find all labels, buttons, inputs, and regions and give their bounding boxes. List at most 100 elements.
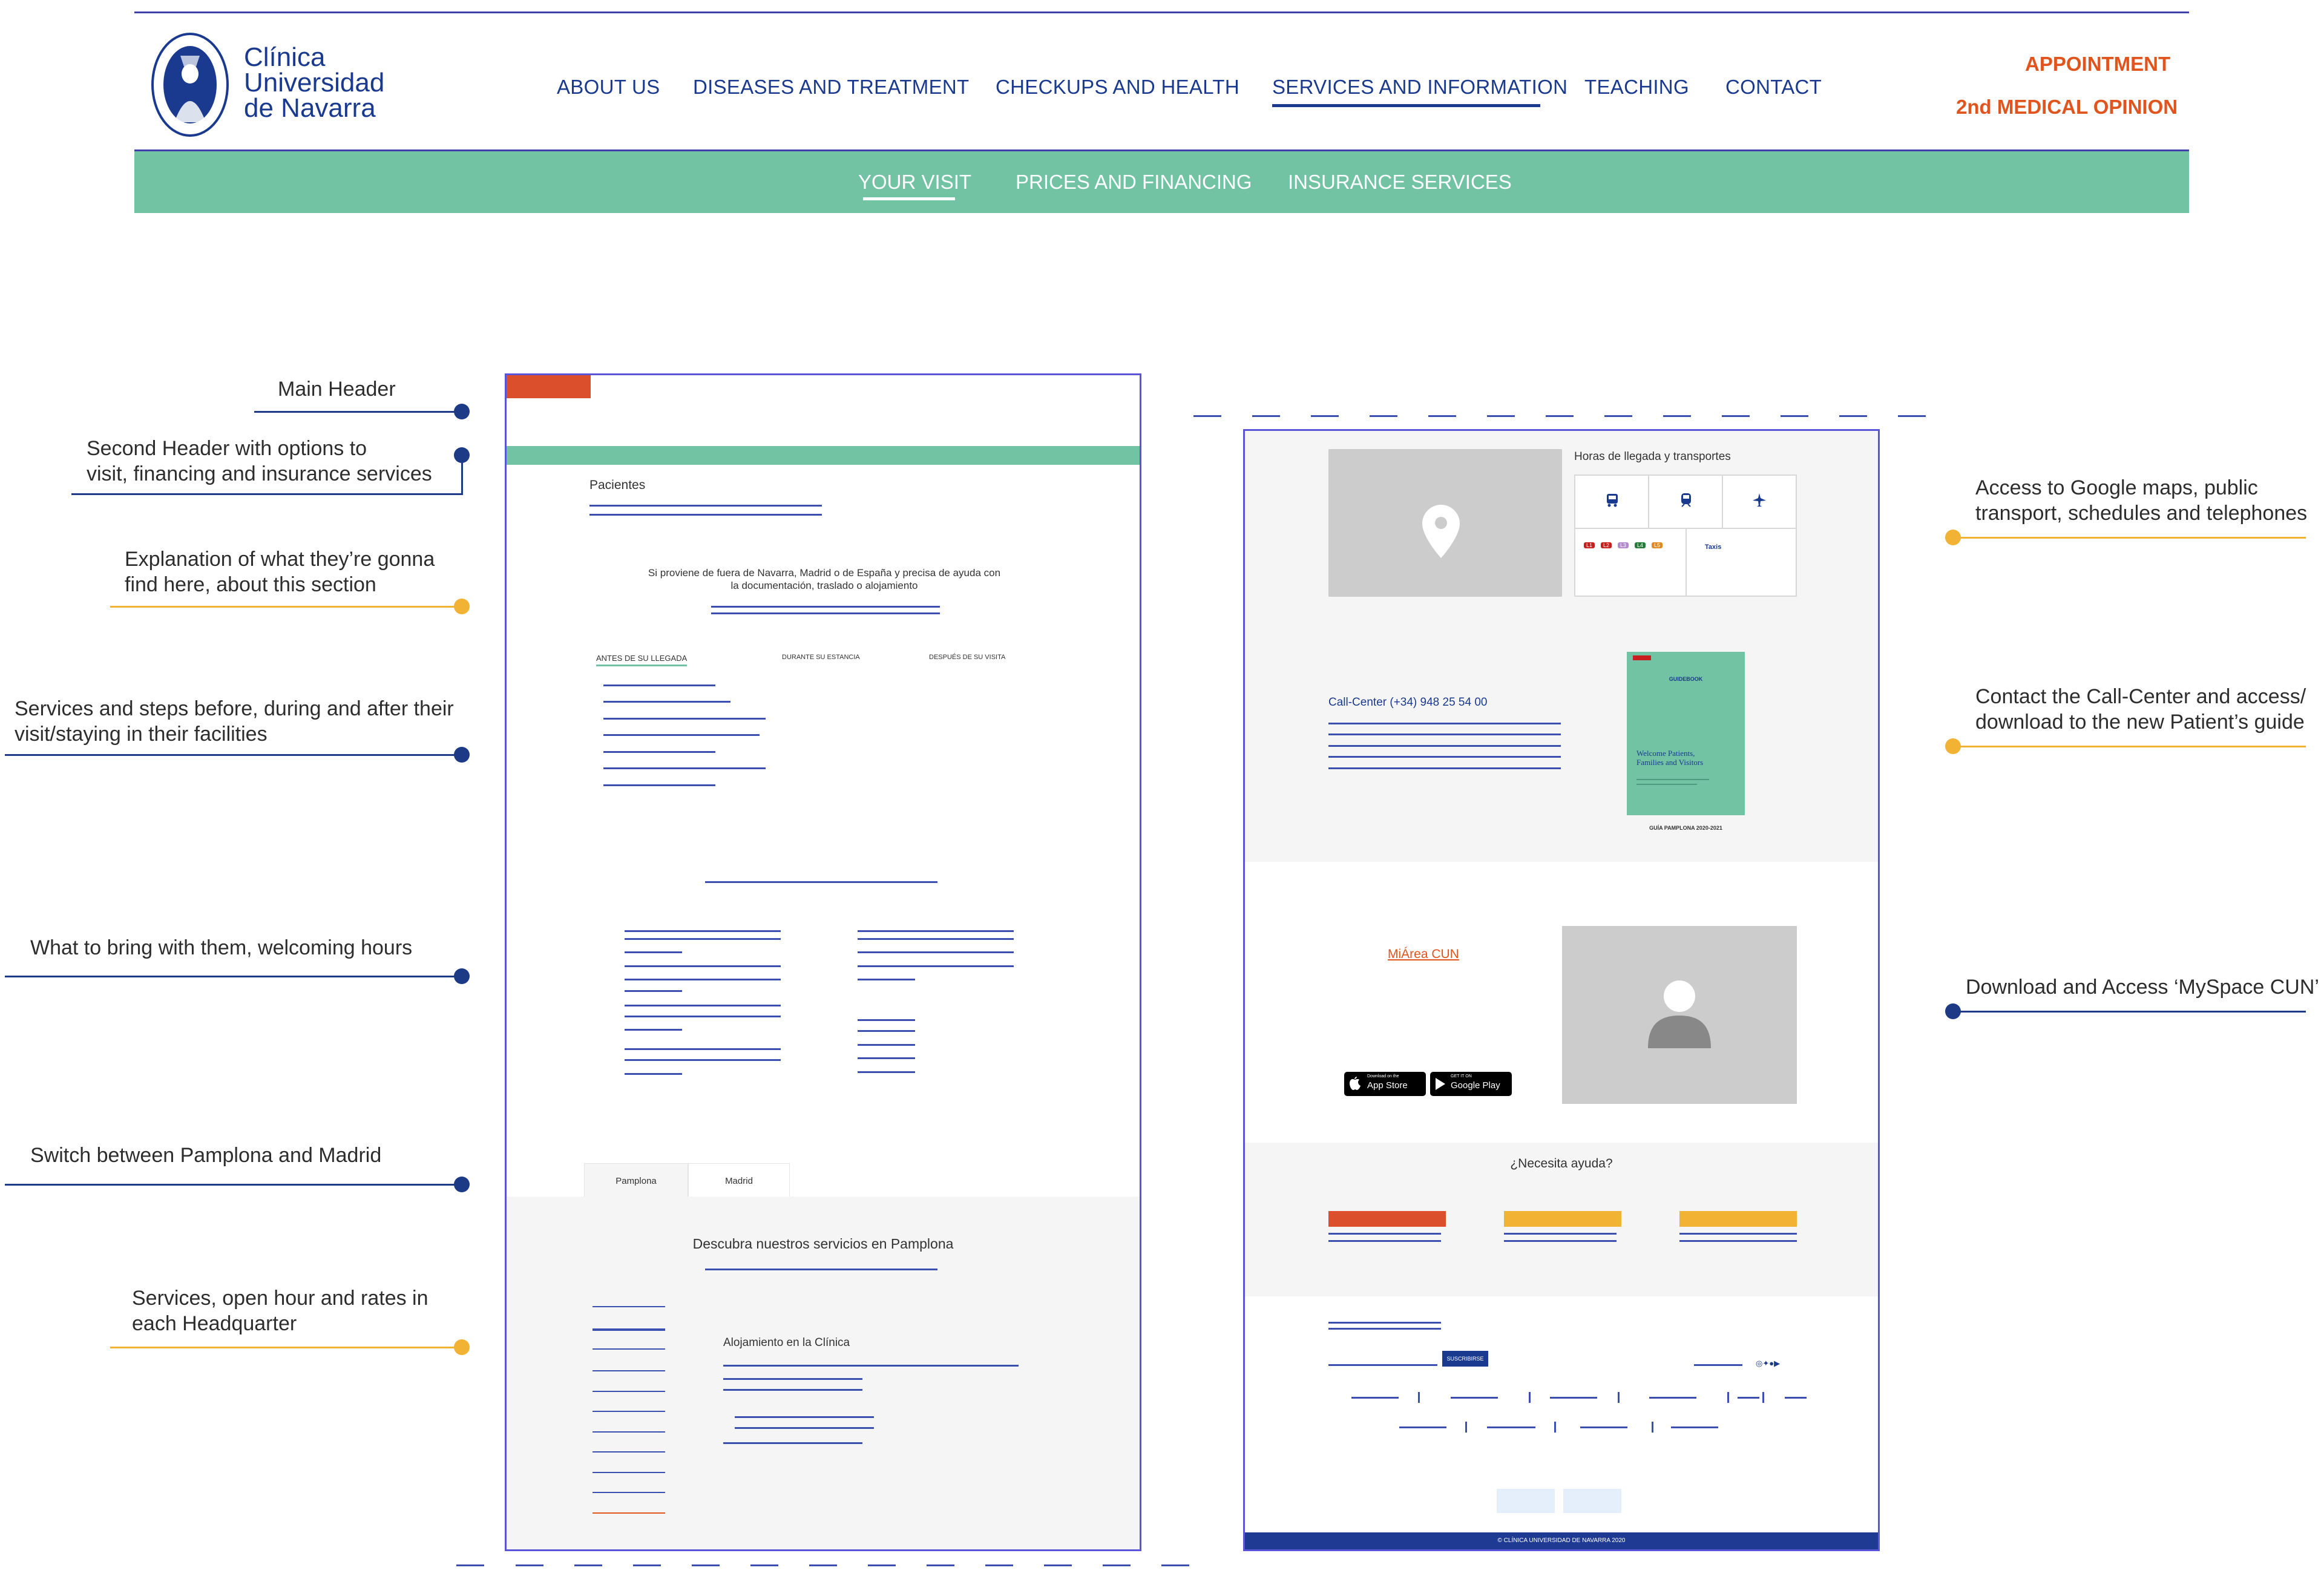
- wire-tab-during[interactable]: DURANTE SU ESTANCIA: [782, 654, 860, 661]
- nav-about-us[interactable]: ABOUT US: [557, 76, 660, 99]
- help-button-1[interactable]: [1328, 1211, 1446, 1227]
- page-continues-marker: [1487, 415, 1515, 417]
- annotation-services-steps: Services and steps before, during and af…: [15, 696, 454, 747]
- footer-link[interactable]: [1451, 1397, 1498, 1399]
- bus-line-badge[interactable]: L5: [1652, 542, 1663, 548]
- nav-diseases-treatment[interactable]: DISEASES AND TREATMENT: [693, 76, 969, 99]
- wire-side-item[interactable]: [592, 1391, 665, 1392]
- wire-city-tab-madrid[interactable]: Madrid: [688, 1163, 790, 1197]
- annotation-dot: [454, 447, 470, 463]
- wire-tab-after[interactable]: DESPUÉS DE SU VISITA: [929, 654, 1005, 661]
- footer-link[interactable]: [1399, 1426, 1446, 1428]
- taxis-label[interactable]: Taxis: [1705, 543, 1721, 551]
- nav-services-information[interactable]: SERVICES AND INFORMATION: [1272, 76, 1567, 99]
- bus-line-badge[interactable]: L2: [1601, 542, 1612, 548]
- second-opinion-link[interactable]: 2nd MEDICAL OPINION: [1956, 96, 2178, 119]
- wire-side-item-active[interactable]: [592, 1328, 665, 1331]
- facebook-icon[interactable]: ●: [1769, 1359, 1774, 1368]
- footer-link[interactable]: [1351, 1397, 1399, 1399]
- bus-line-badge[interactable]: L4: [1635, 542, 1646, 548]
- app-store-badge[interactable]: Download on the App Store: [1344, 1072, 1426, 1096]
- nav-teaching[interactable]: TEACHING: [1584, 76, 1689, 99]
- logo-line-2: Universidad: [244, 68, 385, 97]
- annotation-dot: [454, 1339, 470, 1355]
- wire-side-item[interactable]: [592, 1451, 665, 1453]
- instagram-icon[interactable]: ◎: [1756, 1359, 1762, 1368]
- annotation-leader-line: [1952, 1011, 2306, 1013]
- wire-line: [625, 1005, 781, 1006]
- wire-tab-before[interactable]: ANTES DE SU LLEGADA: [596, 654, 687, 663]
- annotation-line: Explanation of what they’re gonna: [125, 548, 435, 571]
- wire-line: [603, 684, 715, 686]
- call-center-phone[interactable]: Call-Center (+34) 948 25 54 00: [1328, 696, 1487, 709]
- twitter-icon[interactable]: ✦: [1762, 1359, 1769, 1368]
- help-button-2[interactable]: [1504, 1211, 1621, 1227]
- footer-link[interactable]: [1649, 1397, 1696, 1399]
- nav-contact[interactable]: CONTACT: [1725, 76, 1822, 99]
- bus-lines-cell: L1 L2 L3 L4 L5: [1575, 529, 1687, 596]
- subnav-prices-financing[interactable]: PRICES AND FINANCING: [1016, 171, 1252, 194]
- subscribe-button[interactable]: SUSCRIBIRSE: [1442, 1351, 1488, 1367]
- footer-link[interactable]: [1550, 1397, 1597, 1399]
- app-store-small: Download on the: [1367, 1074, 1399, 1078]
- wire-city-tab-label: Madrid: [725, 1176, 753, 1186]
- annotation-line: transport, schedules and telephones: [1975, 502, 2308, 525]
- wire-side-item[interactable]: [592, 1431, 665, 1433]
- footer-badge-2[interactable]: [1563, 1489, 1621, 1513]
- wire-side-item[interactable]: [592, 1472, 665, 1473]
- google-play-badge[interactable]: GET IT ON Google Play: [1430, 1072, 1512, 1096]
- map-placeholder[interactable]: [1328, 449, 1562, 597]
- copyright-text: © CLÍNICA UNIVERSIDAD DE NAVARRA 2020: [1497, 1537, 1626, 1544]
- wire-line: [858, 979, 915, 980]
- footer-separator: [1762, 1392, 1764, 1403]
- page-continues-marker: [1722, 415, 1750, 417]
- page-continues-marker: [1839, 415, 1867, 417]
- footer-link[interactable]: [1738, 1397, 1759, 1399]
- miarea-link[interactable]: MiÁrea CUN: [1388, 947, 1459, 962]
- transport-tab-train[interactable]: [1649, 476, 1723, 529]
- newsletter-input[interactable]: [1328, 1364, 1437, 1366]
- wire-line: [735, 1416, 874, 1418]
- wire-side-item[interactable]: [592, 1348, 665, 1350]
- footer-link[interactable]: [1487, 1426, 1535, 1428]
- annotation-line: Services and steps before, during and af…: [15, 697, 454, 720]
- wire-line: [625, 1016, 781, 1017]
- transport-tab-bus[interactable]: [1575, 476, 1649, 529]
- annotation-dot: [454, 968, 470, 984]
- wire-side-item[interactable]: [592, 1306, 665, 1307]
- wire-side-item[interactable]: [592, 1492, 665, 1493]
- bus-line-badge[interactable]: L1: [1584, 542, 1595, 548]
- patient-guide-cover[interactable]: GUIDEBOOK Welcome Patients, Families and…: [1627, 652, 1745, 815]
- wire-line: [1328, 1328, 1441, 1330]
- wire-intro-text: Si proviene de fuera de Navarra, Madrid …: [648, 567, 1001, 591]
- google-play-label: Google Play: [1451, 1080, 1500, 1091]
- footer-link[interactable]: [1580, 1426, 1627, 1428]
- wire-line: [711, 606, 940, 608]
- wire-line: [625, 979, 781, 980]
- wire-side-item[interactable]: [592, 1512, 665, 1514]
- footer-link[interactable]: [1671, 1426, 1718, 1428]
- appointment-link[interactable]: APPOINTMENT: [2025, 53, 2170, 76]
- wire-line: [589, 505, 822, 507]
- bus-line-badge[interactable]: L3: [1618, 542, 1629, 548]
- wire-arrivals-title: Horas de llegada y transportes: [1574, 450, 1731, 463]
- wire-city-tab-pamplona[interactable]: Pamplona: [584, 1163, 688, 1197]
- youtube-icon[interactable]: ▶: [1774, 1359, 1780, 1368]
- brand-logo[interactable]: Clínica Universidad de Navarra: [244, 44, 385, 122]
- annotation-dot: [454, 747, 470, 763]
- transport-tab-plane[interactable]: [1723, 476, 1796, 529]
- wire-side-item[interactable]: [592, 1411, 665, 1412]
- wire-line: [625, 1073, 682, 1075]
- footer-link[interactable]: [1785, 1397, 1807, 1399]
- footer-separator: [1727, 1392, 1729, 1403]
- wire-accommodation-title: Alojamiento en la Clínica: [723, 1336, 850, 1349]
- wire-side-item[interactable]: [592, 1370, 665, 1371]
- annotation-leader-line: [110, 1347, 462, 1348]
- page-continues-marker: [516, 1564, 543, 1566]
- nav-checkups-health[interactable]: CHECKUPS AND HEALTH: [996, 76, 1239, 99]
- footer-badge-1[interactable]: [1497, 1489, 1555, 1513]
- subnav-your-visit[interactable]: YOUR VISIT: [858, 171, 971, 194]
- page-continues-marker: [1370, 415, 1397, 417]
- help-button-3[interactable]: [1679, 1211, 1797, 1227]
- subnav-insurance-services[interactable]: INSURANCE SERVICES: [1288, 171, 1512, 194]
